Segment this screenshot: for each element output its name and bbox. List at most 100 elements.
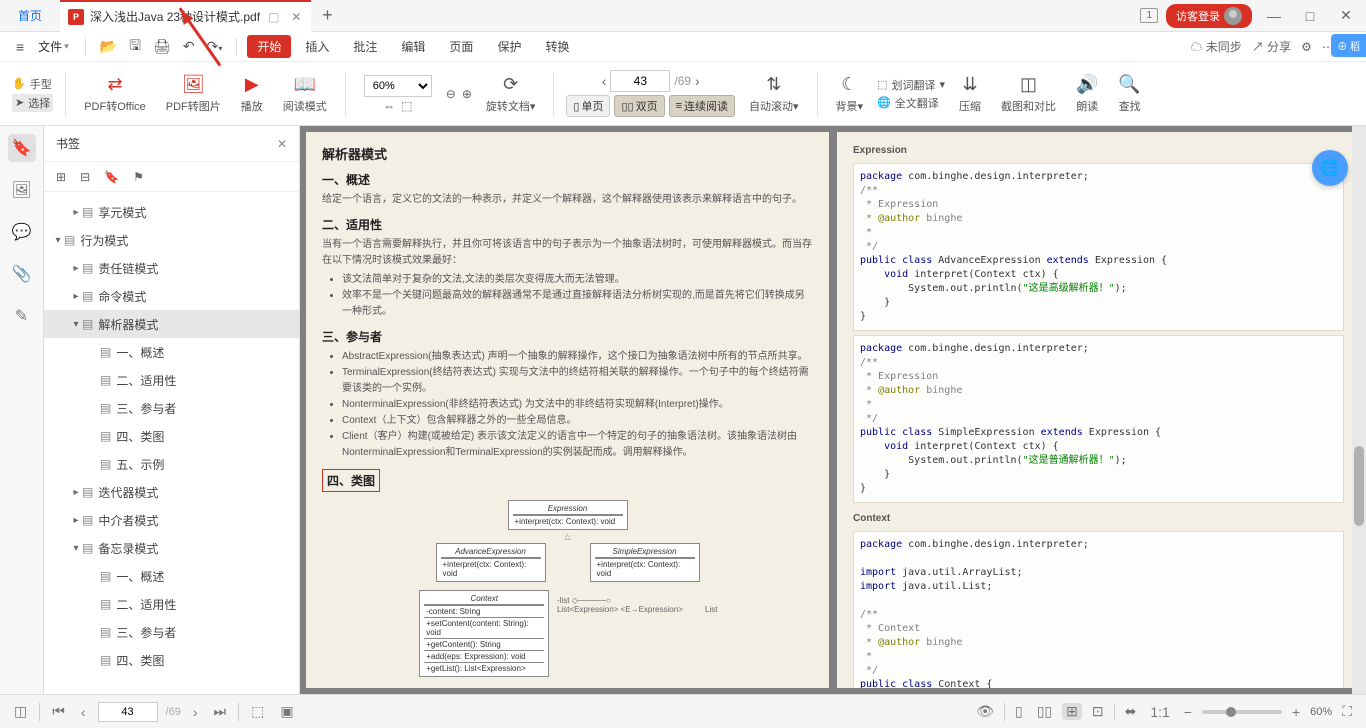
sb-view1-icon[interactable]: ▯ [1011,703,1027,720]
zoom-out-icon[interactable]: ⊖ [446,87,456,101]
sb-onetoone-icon[interactable]: 1:1 [1146,704,1173,720]
double-page-button[interactable]: ▯▯双页 [614,95,664,117]
menu-page[interactable]: 页面 [439,38,483,55]
page-input[interactable] [610,70,670,92]
bookmark-item[interactable]: ▸▤中介者模式 [44,506,299,534]
sb-page-input[interactable] [98,702,158,722]
sb-markup-icon[interactable]: ▣ [276,703,297,720]
bookmark-item[interactable]: ▤四、类图 [44,646,299,674]
save-icon[interactable]: 🖫 [125,35,145,59]
collapse-all-icon[interactable]: ⊟ [80,170,90,184]
bookmark-tree[interactable]: ▸▤享元模式▾▤行为模式▸▤责任链模式▸▤命令模式▾▤解析器模式▤一、概述▤二、… [44,192,299,694]
bookmark-panel-icon[interactable]: 🔖 [8,134,36,162]
sb-view4-icon[interactable]: ⊡ [1088,703,1108,720]
comment-panel-icon[interactable]: 💬 [8,218,36,246]
bookmark-item[interactable]: ▾▤解析器模式 [44,310,299,338]
sb-fullscreen-icon[interactable]: ⛶ [1338,703,1356,720]
menu-edit[interactable]: 编辑 [391,38,435,55]
sb-view2-icon[interactable]: ▯▯ [1033,703,1056,720]
attachment-panel-icon[interactable]: 📎 [8,260,36,288]
undo-icon[interactable]: ↶ [179,38,199,55]
bookmark-item[interactable]: ▾▤行为模式 [44,226,299,254]
compress-button[interactable]: ⇊压缩 [953,74,987,114]
sb-first-icon[interactable]: ⏮ [48,703,69,720]
sb-last-icon[interactable]: ⏭ [209,703,230,720]
badge-count[interactable]: 1 [1140,8,1158,23]
settings-icon[interactable]: ⚙ [1301,40,1312,54]
bookmark-item[interactable]: ▤三、参与者 [44,394,299,422]
sb-zoom-value[interactable]: 60% [1310,706,1332,718]
menu-protect[interactable]: 保护 [487,38,531,55]
tab-add-button[interactable]: + [311,5,343,26]
zoom-slider[interactable] [1202,710,1282,714]
thumbnail-panel-icon[interactable]: 🖼 [8,176,36,204]
hamburger-icon[interactable]: ≡ [12,39,28,55]
bookmark-item[interactable]: ▤二、适用性 [44,366,299,394]
bookmark-item[interactable]: ▤四、类图 [44,422,299,450]
bookmark-item[interactable]: ▸▤迭代器模式 [44,478,299,506]
sb-zoom-in-icon[interactable]: + [1288,704,1304,720]
tab-close-icon[interactable]: ✕ [291,10,301,24]
sb-crop-icon[interactable]: ⬚ [247,703,268,720]
sb-zoom-out-icon[interactable]: − [1180,704,1196,720]
pdf-to-office[interactable]: ⇄PDF转Office [78,74,152,114]
autoscroll-button[interactable]: ⇅自动滚动▾ [743,74,805,114]
select-tool[interactable]: ➤选择 [12,94,53,112]
fit-page-icon[interactable]: ⬚ [401,99,412,113]
sb-view3-icon[interactable]: ⊞ [1062,703,1082,720]
maximize-icon[interactable]: □ [1296,8,1324,24]
play-button[interactable]: ▶播放 [235,74,269,114]
new-bookmark-icon[interactable]: 🔖 [104,170,119,184]
close-icon[interactable]: ✕ [1332,7,1360,24]
bookmark-item[interactable]: ▤五、示例 [44,450,299,478]
zoom-in-icon[interactable]: ⊕ [462,87,472,101]
sb-next-icon[interactable]: › [189,704,202,720]
background-button[interactable]: ☾背景▾ [830,74,870,114]
expand-all-icon[interactable]: ⊞ [56,170,66,184]
sidebar-close-icon[interactable]: ✕ [277,137,287,151]
menu-start[interactable]: 开始 [247,35,291,58]
menu-insert[interactable]: 插入 [295,38,339,55]
tab-home[interactable]: 首页 [0,0,60,32]
bookmark-item[interactable]: ▸▤责任链模式 [44,254,299,282]
login-button[interactable]: 访客登录 [1166,4,1252,28]
bookmark-item[interactable]: ▸▤享元模式 [44,198,299,226]
bookmark-item[interactable]: ▾▤备忘录模式 [44,534,299,562]
menu-file[interactable]: 文件▾ [32,38,75,55]
menu-convert[interactable]: 转换 [535,38,579,55]
float-translate-button[interactable]: 🌐 [1312,150,1348,186]
single-page-button[interactable]: ▯单页 [566,95,610,117]
tab-present-icon[interactable]: ▢ [268,10,279,24]
prev-page-icon[interactable]: ‹ [602,73,607,89]
bookmark-item[interactable]: ▸▤命令模式 [44,282,299,310]
sb-panel-icon[interactable]: ◫ [10,703,31,720]
sb-eye-icon[interactable]: 👁 [972,703,998,720]
read-mode[interactable]: 📖阅读模式 [277,74,333,114]
next-page-icon[interactable]: › [695,73,700,89]
sb-prev-icon[interactable]: ‹ [77,704,90,720]
continuous-button[interactable]: ≡连续阅读 [669,95,735,117]
compare-button[interactable]: ◫截图和对比 [995,74,1062,114]
print-icon[interactable]: 🖨 [149,38,175,55]
bookmark-item[interactable]: ▤三、参与者 [44,618,299,646]
vertical-scrollbar[interactable] [1352,126,1366,694]
dict-translate[interactable]: ⬚划词翻译▾ [877,77,945,93]
zoom-select[interactable]: 60% [364,75,432,97]
bookmark-tool-icon[interactable]: ⚑ [133,170,144,184]
bookmark-item[interactable]: ▤一、概述 [44,562,299,590]
bookmark-item[interactable]: ▤一、概述 [44,338,299,366]
sync-status[interactable]: ☁ 未同步 [1190,38,1241,55]
full-translate[interactable]: 🌐全文翻译 [877,95,945,111]
bookmark-item[interactable]: ▤二、适用性 [44,590,299,618]
sb-fit-icon[interactable]: ⬌ [1121,703,1141,720]
rotate-button[interactable]: ⟳旋转文档▾ [480,74,542,114]
menu-annotate[interactable]: 批注 [343,38,387,55]
hand-tool[interactable]: ✋手型 [12,76,53,92]
signature-panel-icon[interactable]: ✎ [8,302,36,330]
find-button[interactable]: 🔍查找 [1112,74,1146,114]
cloud-badge[interactable]: ⊕ 稻 [1331,34,1366,57]
pdf-to-image[interactable]: 🖼PDF转图片 [160,74,227,114]
share-button[interactable]: ↗ 分享 [1252,38,1291,55]
document-content[interactable]: 解析器模式 一、概述 给定一个语言，定义它的文法的一种表示，并定义一个解释器，这… [300,126,1366,694]
minimize-icon[interactable]: — [1260,8,1288,24]
